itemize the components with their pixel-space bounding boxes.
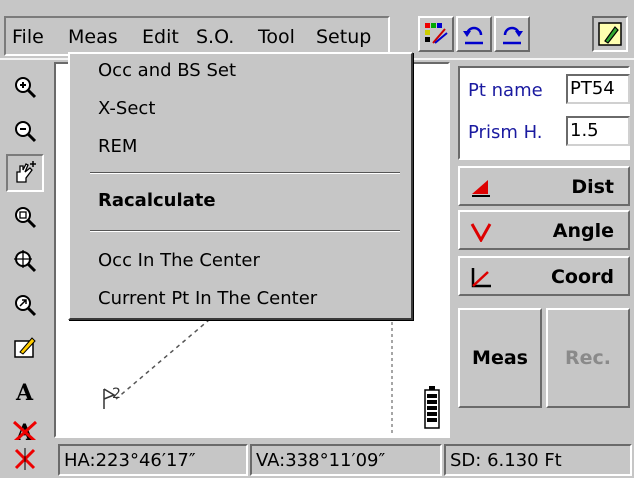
coord-icon	[471, 268, 491, 288]
edit-point-icon	[14, 337, 36, 358]
menu-item-current-pt-center[interactable]: Current Pt In The Center	[98, 288, 317, 309]
slope-distance-readout: SD: 6.130 Ft	[444, 444, 632, 476]
zoom-window-icon	[15, 207, 37, 229]
point-input-box: Pt name PT54 Prism H. 1.5	[458, 66, 630, 160]
target-icon	[14, 448, 36, 470]
zoom-all-button[interactable]	[6, 286, 44, 324]
meas-button[interactable]: Meas	[458, 308, 542, 408]
dist-button[interactable]: Dist	[458, 166, 630, 206]
zoom-window-button[interactable]	[6, 198, 44, 236]
zoom-out-button[interactable]	[6, 112, 44, 150]
zoom-out-icon	[15, 121, 37, 143]
zoom-extents-icon	[14, 250, 37, 273]
meas-dropdown-menu: Occ and BS Set X-Sect REM Racalculate Oc…	[68, 52, 413, 320]
prism-height-label: Prism H.	[468, 122, 543, 143]
undo-button[interactable]	[456, 16, 492, 52]
menu-so[interactable]: S.O.	[196, 26, 234, 48]
dist-label: Dist	[571, 176, 614, 198]
text-button[interactable]: A	[6, 372, 44, 410]
zoom-all-icon	[15, 295, 37, 317]
battery-icon	[424, 386, 440, 429]
menu-item-rem[interactable]: REM	[98, 136, 137, 157]
angle-icon	[470, 223, 492, 242]
pt-name-input[interactable]: PT54	[566, 74, 630, 104]
redo-icon	[503, 26, 523, 45]
color-settings-button[interactable]	[418, 16, 454, 52]
menu-edit[interactable]: Edit	[142, 26, 179, 48]
left-toolbar: A A	[0, 60, 54, 444]
app-window: File Meas Edit S.O. Tool Setup A 2 Pt na…	[0, 0, 634, 478]
coord-button[interactable]: Coord	[458, 256, 630, 296]
menu-file[interactable]: File	[12, 26, 44, 48]
pen-icon	[598, 22, 622, 46]
menu-item-x-sect[interactable]: X-Sect	[98, 98, 155, 119]
menu-separator	[90, 172, 400, 174]
pan-button[interactable]	[6, 154, 44, 192]
right-panel: Pt name PT54 Prism H. 1.5 Dist Angle Coo…	[454, 62, 634, 438]
color-settings-icon	[425, 23, 448, 44]
undo-icon	[463, 26, 483, 45]
vertical-angle-readout: VA:338°11′09″	[250, 444, 442, 476]
angle-button[interactable]: Angle	[458, 210, 630, 250]
redo-button[interactable]	[494, 16, 530, 52]
coord-label: Coord	[550, 266, 614, 288]
prism-height-input[interactable]: 1.5	[566, 116, 630, 146]
zoom-in-icon	[15, 77, 37, 99]
menu-meas[interactable]: Meas	[68, 26, 118, 48]
menu-item-occ-center[interactable]: Occ In The Center	[98, 250, 260, 271]
zoom-extents-button[interactable]	[6, 242, 44, 280]
point-label: 2	[112, 386, 121, 402]
svg-text:A: A	[15, 380, 34, 404]
menu-separator	[90, 230, 400, 232]
menu-setup[interactable]: Setup	[316, 26, 371, 48]
pen-button[interactable]	[592, 16, 628, 52]
zoom-in-button[interactable]	[6, 68, 44, 106]
angle-label: Angle	[552, 220, 614, 242]
menu-item-recalculate[interactable]: Racalculate	[98, 190, 216, 211]
menu-tool[interactable]: Tool	[258, 26, 295, 48]
menu-item-occ-bs-set[interactable]: Occ and BS Set	[98, 60, 236, 81]
edit-point-button[interactable]	[6, 328, 44, 366]
pan-hand-icon	[16, 161, 36, 183]
dist-icon	[472, 180, 490, 197]
pt-name-label: Pt name	[468, 80, 543, 101]
horizontal-angle-readout: HA:223°46′17″	[58, 444, 248, 476]
status-bar: HA:223°46′17″ VA:338°11′09″ SD: 6.130 Ft	[0, 440, 634, 478]
text-icon: A	[15, 380, 34, 404]
rec-button: Rec.	[546, 308, 630, 408]
menu-bar: File Meas Edit S.O. Tool Setup	[0, 0, 634, 60]
